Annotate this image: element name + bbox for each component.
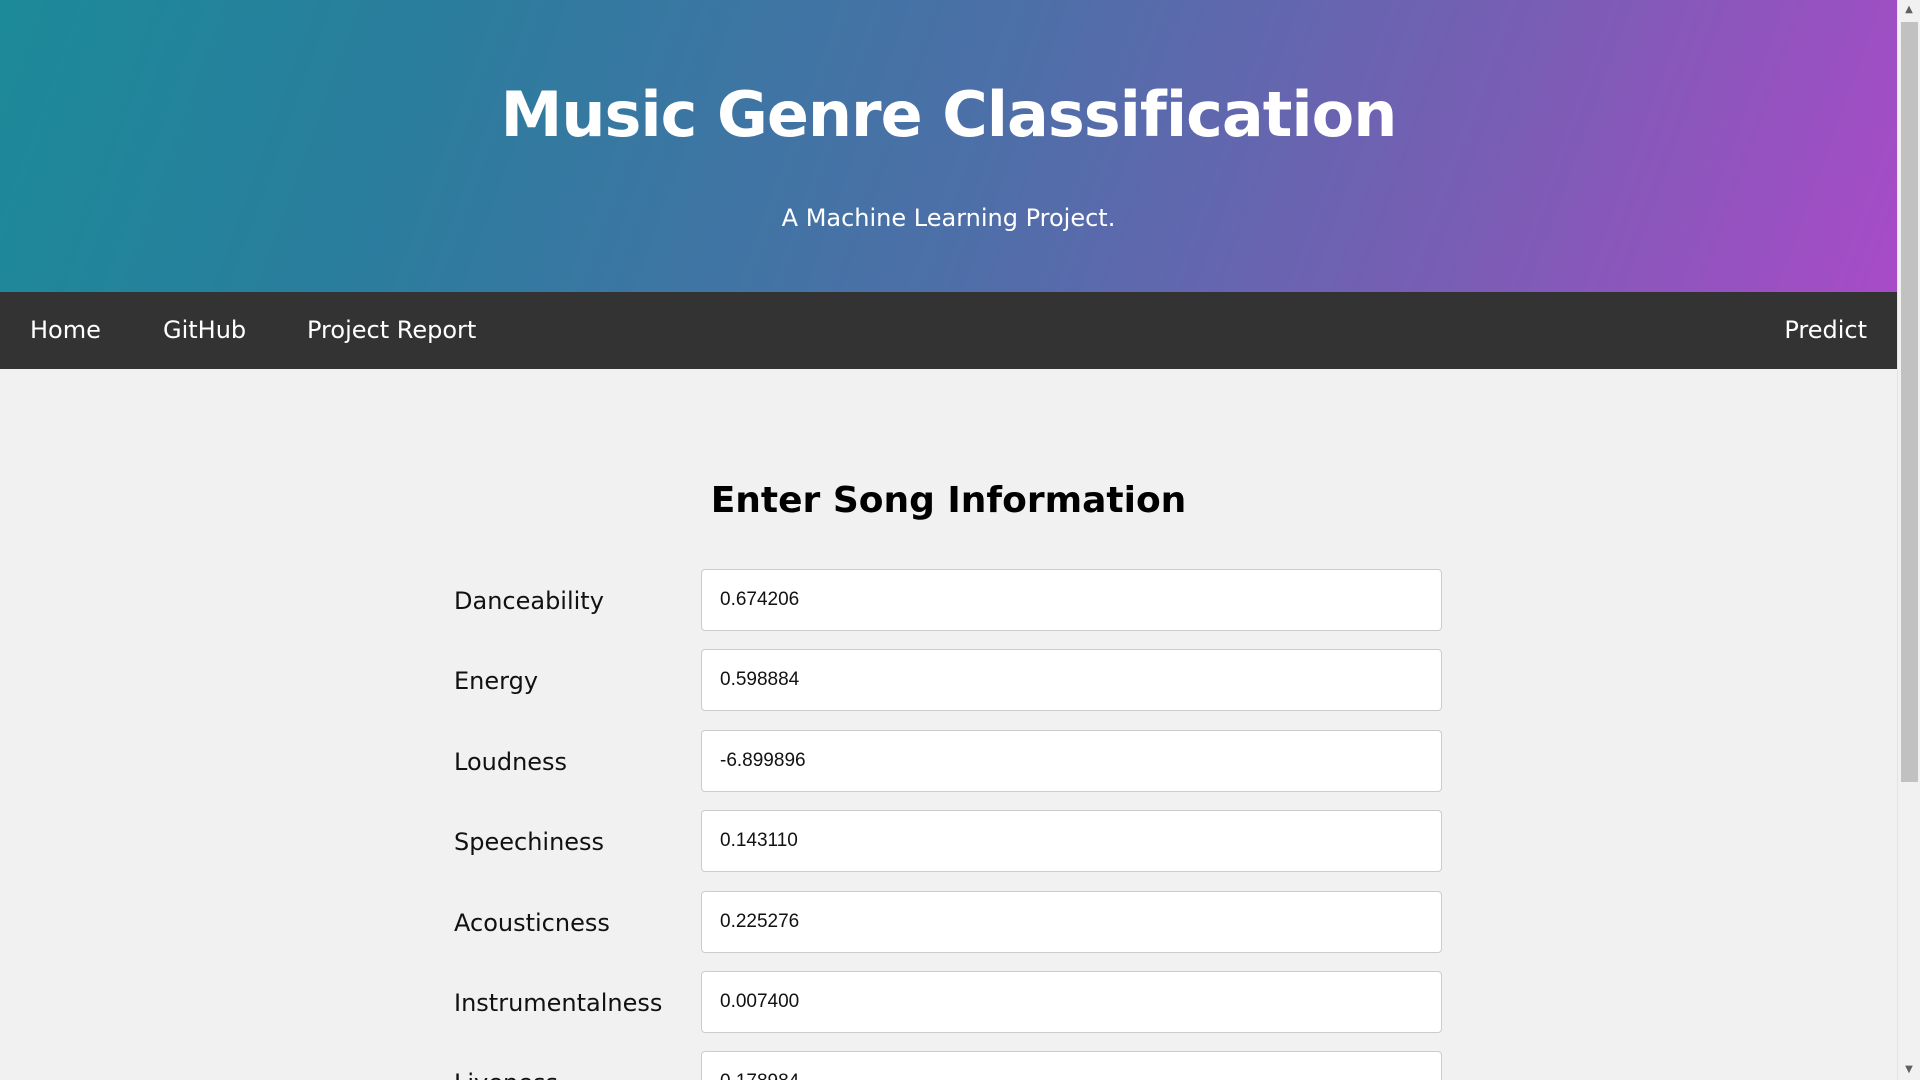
energy-label: Energy <box>454 667 539 695</box>
instrumentalness-input[interactable] <box>701 971 1442 1033</box>
form-row-danceability: Danceability <box>454 569 1442 631</box>
danceability-label: Danceability <box>454 587 604 615</box>
acousticness-label: Acousticness <box>454 909 610 937</box>
speechiness-input[interactable] <box>701 810 1442 872</box>
instrumentalness-label: Instrumentalness <box>454 989 663 1017</box>
scrollbar-thumb[interactable] <box>1901 22 1918 782</box>
page-subtitle: A Machine Learning Project. <box>781 204 1116 232</box>
liveness-label: Liveness <box>454 1069 558 1080</box>
hero-banner: Music Genre Classification A Machine Lea… <box>0 0 1897 292</box>
acousticness-input[interactable] <box>701 891 1442 953</box>
vertical-scrollbar[interactable]: ▲ ▼ <box>1897 0 1920 1080</box>
form-row-loudness: Loudness <box>454 730 1442 792</box>
nav-home-link[interactable]: Home <box>30 292 101 369</box>
danceability-input[interactable] <box>701 569 1442 631</box>
nav-predict-link[interactable]: Predict <box>1784 292 1867 369</box>
navbar: Home GitHub Project Report Predict <box>0 292 1897 369</box>
liveness-input[interactable] <box>701 1051 1442 1080</box>
nav-project-report-link[interactable]: Project Report <box>307 292 476 369</box>
page-title: Music Genre Classification <box>500 78 1398 151</box>
loudness-label: Loudness <box>454 748 568 776</box>
scroll-down-arrow-icon[interactable]: ▼ <box>1898 1060 1920 1080</box>
energy-input[interactable] <box>701 649 1442 711</box>
scroll-up-arrow-icon[interactable]: ▲ <box>1898 0 1920 20</box>
form-title: Enter Song Information <box>710 480 1187 521</box>
form-row-instrumentalness: Instrumentalness <box>454 971 1442 1033</box>
loudness-input[interactable] <box>701 730 1442 792</box>
nav-github-link[interactable]: GitHub <box>163 292 246 369</box>
form-row-speechiness: Speechiness <box>454 810 1442 872</box>
form-row-energy: Energy <box>454 649 1442 711</box>
form-row-liveness: Liveness <box>454 1051 1442 1080</box>
speechiness-label: Speechiness <box>454 828 605 856</box>
page: Music Genre Classification A Machine Lea… <box>0 0 1897 1080</box>
form-row-acousticness: Acousticness <box>454 891 1442 953</box>
